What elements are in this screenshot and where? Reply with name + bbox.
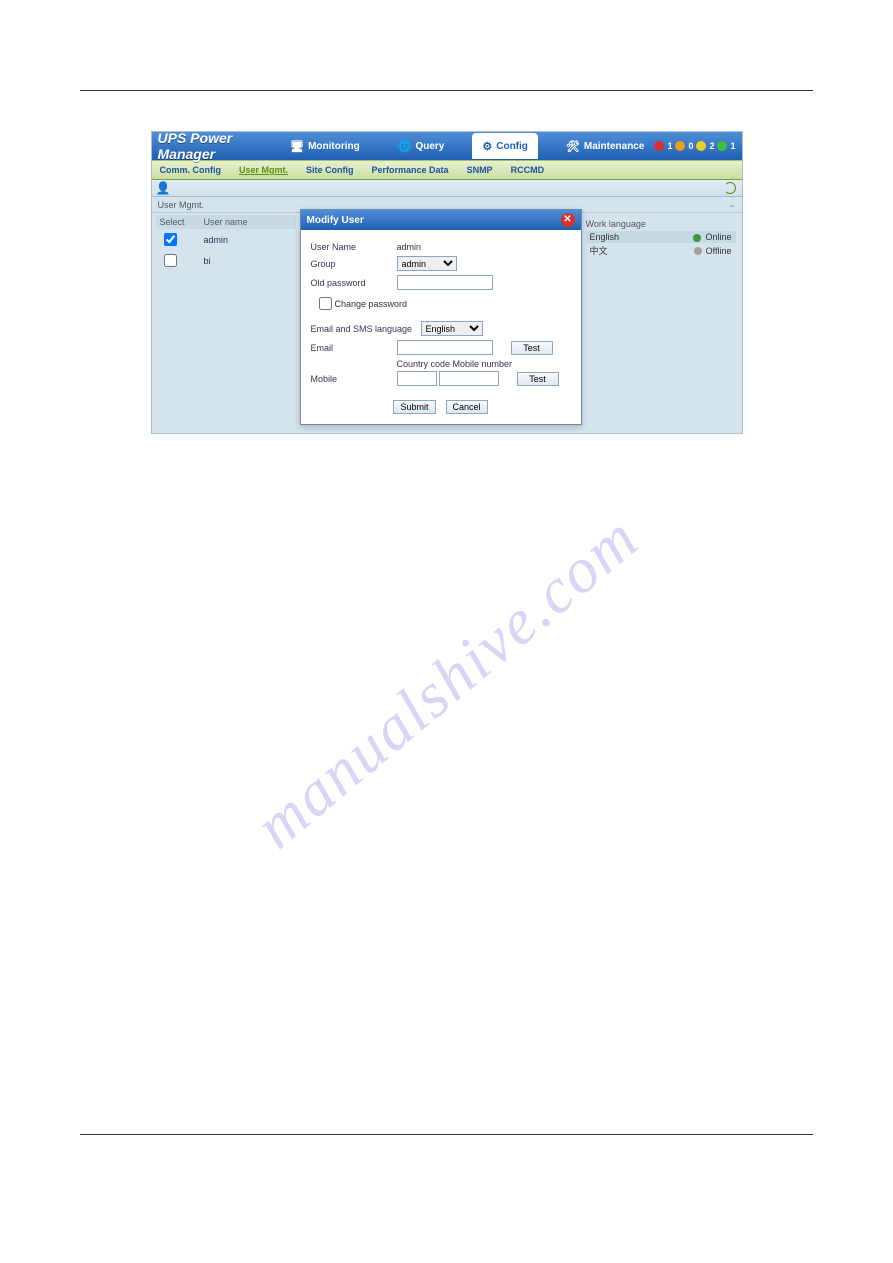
dialog-header: Modify User ✕ (301, 210, 581, 230)
row-select-checkbox[interactable] (164, 233, 177, 246)
status-counters: 1 0 2 1 (654, 141, 735, 151)
username-label: User Name (311, 242, 397, 252)
section-title: User Mgmt. (158, 200, 205, 210)
tab-maintenance[interactable]: 🛠 Maintenance (556, 133, 655, 159)
mobile-label: Mobile (311, 374, 397, 384)
mobile-header: Country code Mobile number (397, 359, 571, 369)
test-email-button[interactable]: Test (511, 341, 553, 355)
tab-query[interactable]: 🌐 Query (388, 133, 455, 159)
subnav-snmp[interactable]: SNMP (467, 165, 493, 175)
tab-label: Query (415, 141, 444, 152)
row-username: bi (200, 250, 296, 271)
status-count: 1 (730, 141, 735, 151)
mobile-number-input[interactable] (439, 371, 499, 386)
alarm-yellow-icon (696, 141, 706, 151)
user-icon: 👤 (156, 181, 171, 195)
lang-row-english[interactable]: English Online (586, 231, 736, 243)
subnav-rccmd[interactable]: RCCMD (511, 165, 545, 175)
old-password-input[interactable] (397, 275, 493, 290)
change-password-checkbox[interactable] (319, 297, 332, 310)
dialog-title: Modify User (307, 215, 364, 226)
alarm-red-icon (654, 141, 664, 151)
country-code-input[interactable] (397, 371, 437, 386)
email-lang-label: Email and SMS language (311, 324, 421, 334)
monitor-icon: 🖥 (290, 140, 304, 153)
top-bar: UPS Power Manager 🖥 Monitoring 🌐 Query ⚙… (152, 132, 742, 160)
table-row[interactable]: bi (156, 250, 296, 271)
status-count: 2 (709, 141, 714, 151)
collapse-icon[interactable]: ⌄ (728, 199, 736, 210)
tab-label: Maintenance (584, 141, 645, 152)
change-password-label: Change password (335, 299, 408, 309)
email-lang-select[interactable]: English (421, 321, 483, 336)
work-language-panel: Work language English Online 中文 Offline (580, 213, 742, 433)
email-input[interactable] (397, 340, 493, 355)
refresh-icon[interactable] (724, 182, 736, 194)
close-icon[interactable]: ✕ (561, 213, 575, 227)
dialog-body: User Name admin Group admin Old password (301, 230, 581, 424)
lang-status: Online (705, 232, 731, 242)
work-language-header: Work language (586, 217, 736, 231)
status-dot-icon (693, 234, 701, 242)
status-dot-icon (694, 247, 702, 255)
row-username: admin (200, 229, 296, 250)
tab-config[interactable]: ⚙ Config (472, 133, 538, 159)
lang-name: 中文 (590, 244, 608, 257)
row-select-checkbox[interactable] (164, 254, 177, 267)
email-label: Email (311, 343, 397, 353)
tab-label: Config (496, 141, 528, 152)
lang-row-chinese[interactable]: 中文 Offline (586, 243, 736, 258)
group-label: Group (311, 259, 397, 269)
alarm-orange-icon (675, 141, 685, 151)
status-count: 1 (667, 141, 672, 151)
username-value: admin (397, 242, 422, 252)
col-username: User name (200, 215, 296, 229)
app-title: UPS Power Manager (158, 130, 261, 162)
watermark: manualshive.com (240, 501, 652, 864)
tab-monitoring[interactable]: 🖥 Monitoring (280, 133, 370, 159)
user-table: Select User name admin bi (156, 215, 296, 271)
modal-area: Modify User ✕ User Name admin Group admi… (300, 213, 580, 433)
cancel-button[interactable]: Cancel (446, 400, 488, 414)
subnav-perf-data[interactable]: Performance Data (372, 165, 449, 175)
subnav-user-mgmt[interactable]: User Mgmt. (239, 165, 288, 175)
main-tabs: 🖥 Monitoring 🌐 Query ⚙ Config 🛠 Maintena… (280, 132, 654, 160)
wrench-icon: 🛠 (566, 140, 580, 153)
col-select: Select (156, 215, 200, 229)
test-mobile-button[interactable]: Test (517, 372, 559, 386)
group-select[interactable]: admin (397, 256, 457, 271)
body: Select User name admin bi (152, 213, 742, 433)
tab-label: Monitoring (308, 141, 360, 152)
alarm-green-icon (717, 141, 727, 151)
submit-button[interactable]: Submit (393, 400, 435, 414)
globe-icon: 🌐 (398, 140, 412, 153)
sub-nav: Comm. Config User Mgmt. Site Config Perf… (152, 160, 742, 180)
modify-user-dialog: Modify User ✕ User Name admin Group admi… (300, 209, 582, 425)
lang-status: Offline (706, 246, 732, 256)
subnav-site-config[interactable]: Site Config (306, 165, 354, 175)
gear-icon: ⚙ (482, 140, 492, 153)
ups-app-screenshot: UPS Power Manager 🖥 Monitoring 🌐 Query ⚙… (151, 131, 743, 434)
tool-strip: 👤 (152, 180, 742, 197)
table-row[interactable]: admin (156, 229, 296, 250)
lang-name: English (590, 232, 620, 242)
user-table-panel: Select User name admin bi (152, 213, 300, 433)
old-password-label: Old password (311, 278, 397, 288)
status-count: 0 (688, 141, 693, 151)
subnav-comm-config[interactable]: Comm. Config (160, 165, 222, 175)
